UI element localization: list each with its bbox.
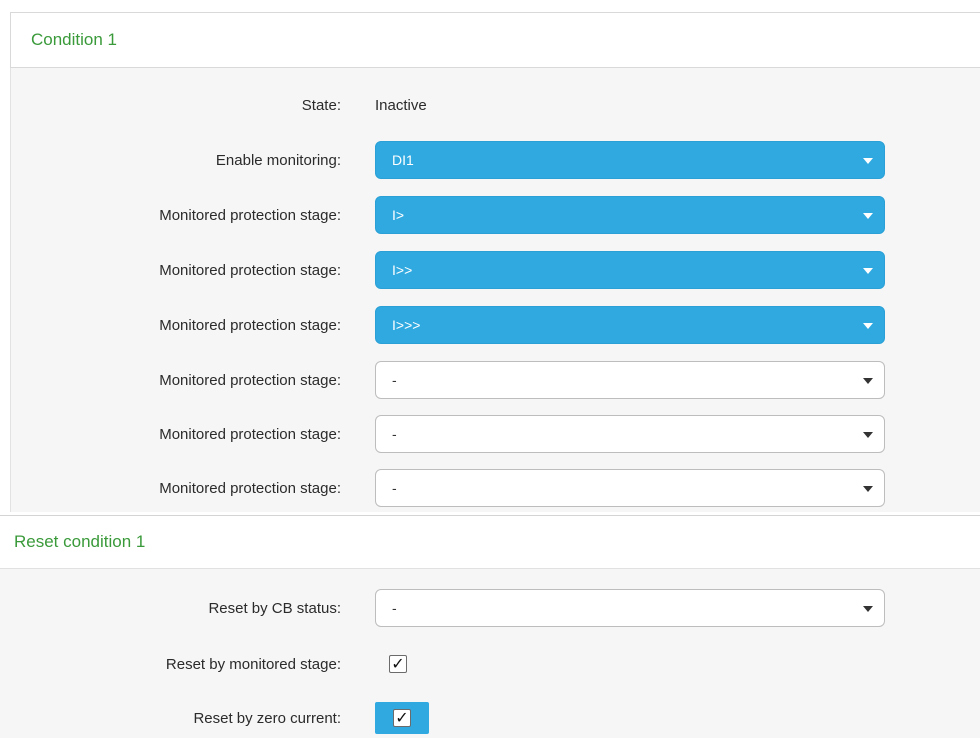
reset-cb-status-value: - [392,600,397,616]
chevron-down-icon [863,486,873,492]
monitored-stage-select-5[interactable]: - [375,415,885,453]
state-row: State: Inactive [0,85,980,125]
monitored-stage-label: Monitored protection stage: [159,206,341,224]
monitored-stage-row-6: Monitored protection stage: - [0,468,980,508]
enable-monitoring-select[interactable]: DI1 [375,141,885,179]
reset-cb-status-select[interactable]: - [375,589,885,627]
reset-cb-status-row: Reset by CB status: - [0,588,980,628]
chevron-down-icon [863,432,873,438]
chevron-down-icon [863,213,873,219]
reset-cb-status-label: Reset by CB status: [208,599,341,617]
monitored-stage-row-3: Monitored protection stage: I>>> [0,305,980,345]
monitored-stage-value: I>> [392,262,413,278]
reset-monitored-stage-label: Reset by monitored stage: [165,655,341,673]
monitored-stage-value: I>>> [392,317,421,333]
monitored-stage-value: I> [392,207,405,223]
monitored-stage-select-2[interactable]: I>> [375,251,885,289]
monitored-stage-label: Monitored protection stage: [159,479,341,497]
monitored-stage-select-1[interactable]: I> [375,196,885,234]
monitored-stage-value: - [392,426,397,442]
reset-zero-current-row: Reset by zero current: ✓ [0,698,980,738]
monitored-stage-label: Monitored protection stage: [159,425,341,443]
state-label: State: [301,96,341,114]
condition-section-title: Condition 1 [31,30,118,49]
condition-section-header: Condition 1 [10,12,980,68]
monitored-stage-label: Monitored protection stage: [159,316,341,334]
monitored-stage-value: - [392,372,397,388]
chevron-down-icon [863,378,873,384]
condition-settings-page: Condition 1 State: Inactive Enable monit… [0,0,980,738]
enable-monitoring-label: Enable monitoring: [215,151,341,169]
monitored-stage-row-2: Monitored protection stage: I>> [0,250,980,290]
monitored-stage-label: Monitored protection stage: [159,261,341,279]
monitored-stage-row-4: Monitored protection stage: - [0,360,980,400]
reset-section-header: Reset condition 1 [0,515,980,569]
reset-zero-current-checkbox[interactable]: ✓ [375,702,429,734]
chevron-down-icon [863,323,873,329]
checkmark-icon: ✓ [393,709,411,727]
chevron-down-icon [863,606,873,612]
enable-monitoring-value: DI1 [392,152,414,168]
monitored-stage-select-6[interactable]: - [375,469,885,507]
monitored-stage-row-1: Monitored protection stage: I> [0,195,980,235]
monitored-stage-value: - [392,480,397,496]
chevron-down-icon [863,158,873,164]
reset-monitored-stage-row: Reset by monitored stage: ✓ [0,644,980,684]
chevron-down-icon [863,268,873,274]
monitored-stage-row-5: Monitored protection stage: - [0,414,980,454]
monitored-stage-label: Monitored protection stage: [159,371,341,389]
reset-monitored-stage-checkbox[interactable]: ✓ [385,651,411,677]
state-value: Inactive [375,96,427,114]
reset-zero-current-label: Reset by zero current: [193,709,341,727]
monitored-stage-select-3[interactable]: I>>> [375,306,885,344]
checkmark-icon: ✓ [389,655,407,673]
reset-section-title: Reset condition 1 [14,532,146,551]
enable-monitoring-row: Enable monitoring: DI1 [0,140,980,180]
monitored-stage-select-4[interactable]: - [375,361,885,399]
